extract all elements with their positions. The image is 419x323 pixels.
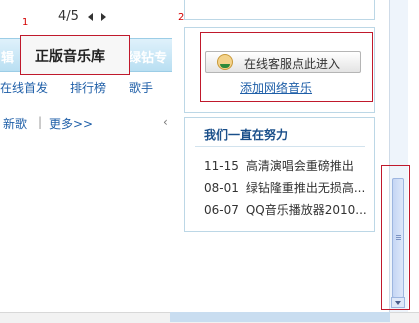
news-title: 我们一直在努力 xyxy=(204,128,289,142)
divider: | xyxy=(38,115,43,129)
prev-page-icon[interactable] xyxy=(88,12,94,21)
scroll-left-marker: ‹ xyxy=(163,115,168,129)
tab-vip-partial[interactable]: 绿钻专 xyxy=(128,47,167,66)
tab-licensed-music-library[interactable]: 正版音乐库 xyxy=(20,35,130,75)
pager-text: 4/5 xyxy=(58,9,79,24)
annotation-label-1: 1 xyxy=(22,17,29,28)
news-date: 11-15 xyxy=(204,159,239,173)
new-songs-link[interactable]: 新歌 xyxy=(3,115,27,132)
bottom-scroll-region xyxy=(170,312,390,322)
news-text: 高清演唱会重磅推出 xyxy=(245,159,354,173)
nav-charts[interactable]: 排行榜 xyxy=(70,79,106,96)
nav-online-premiere[interactable]: 在线首发 xyxy=(0,79,48,96)
tab-left-partial[interactable]: 辑 xyxy=(1,47,14,66)
pager: 4/5 xyxy=(58,9,107,24)
nav-singers[interactable]: 歌手 xyxy=(129,79,153,96)
news-item[interactable]: 08-01 绿钻隆重推出无损高... xyxy=(204,179,365,196)
annotation-box-3 xyxy=(381,165,410,310)
annotation-box-2 xyxy=(200,32,373,102)
news-item[interactable]: 11-15 高清演唱会重磅推出 xyxy=(204,157,354,174)
news-panel: 我们一直在努力 11-15 高清演唱会重磅推出 08-01 绿钻隆重推出无损高.… xyxy=(184,117,375,232)
news-date: 06-07 xyxy=(204,203,239,217)
next-page-icon[interactable] xyxy=(101,12,107,21)
news-date: 08-01 xyxy=(204,181,239,195)
news-item[interactable]: 06-07 QQ音乐播放器2010... xyxy=(204,201,367,218)
news-text: 绿钻隆重推出无损高... xyxy=(245,181,366,195)
tab-active-label: 正版音乐库 xyxy=(35,49,105,65)
more-link[interactable]: 更多>> xyxy=(49,115,93,132)
panel-top-fragment xyxy=(184,0,375,20)
news-divider xyxy=(195,146,365,147)
news-text: QQ音乐播放器2010... xyxy=(245,203,367,217)
